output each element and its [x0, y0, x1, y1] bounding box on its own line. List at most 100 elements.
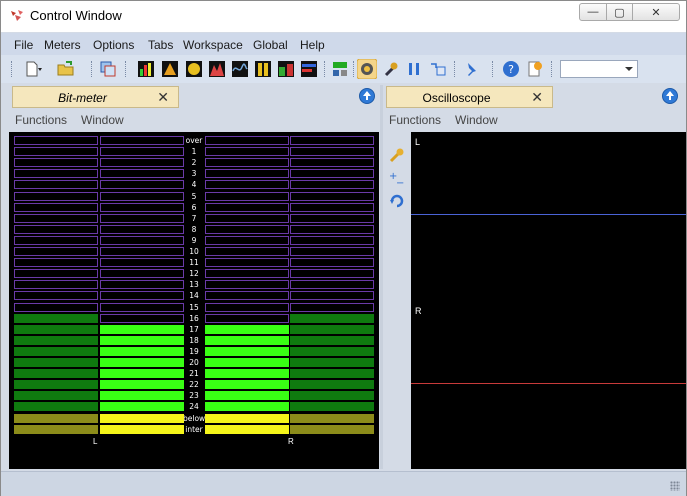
- close-tab-icon[interactable]: ✕: [157, 89, 169, 106]
- new-document-icon[interactable]: [22, 59, 42, 79]
- bit-cell: [290, 214, 374, 223]
- bit-row-label: 18: [189, 336, 199, 345]
- meter-icon-2[interactable]: [160, 59, 180, 79]
- bit-cell: [100, 291, 184, 300]
- help-icon[interactable]: ?: [501, 59, 521, 79]
- oscilloscope-float-button[interactable]: [662, 88, 678, 104]
- bit-row-label: 6: [191, 203, 197, 212]
- bit-cell: [205, 158, 289, 167]
- tab-oscilloscope[interactable]: Oscilloscope ✕: [386, 86, 553, 108]
- oscilloscope-display: L R: [411, 132, 686, 469]
- bit-cell: [205, 402, 289, 411]
- menu-options[interactable]: Options: [93, 38, 134, 52]
- meter-icon-4[interactable]: [207, 59, 227, 79]
- resize-grip-icon[interactable]: [670, 481, 680, 491]
- bit-cell: [14, 158, 98, 167]
- oscilloscope-window-menu[interactable]: Window: [455, 113, 498, 127]
- close-button[interactable]: ✕: [632, 3, 680, 21]
- meter-icon-6[interactable]: [253, 59, 273, 79]
- bit-cell: [14, 347, 98, 356]
- bit-cell: [290, 369, 374, 378]
- oscilloscope-functions-menu[interactable]: Functions: [389, 113, 441, 127]
- tab-bit-meter[interactable]: Bit-meter ✕: [12, 86, 179, 108]
- bit-cell: [14, 325, 98, 334]
- bit-cell: [14, 380, 98, 389]
- bit-cell: [14, 247, 98, 256]
- right-channel-trace: [411, 383, 686, 384]
- zoom-icon[interactable]: +−: [388, 170, 406, 188]
- pause-icon[interactable]: [404, 59, 424, 79]
- toolbar-separator: [454, 61, 456, 77]
- menu-file[interactable]: File: [14, 38, 33, 52]
- bit-cell: [100, 158, 184, 167]
- bit-cell: [14, 136, 98, 145]
- pane-splitter[interactable]: [380, 85, 383, 469]
- input-icon[interactable]: [428, 59, 448, 79]
- bit-row-label: 11: [189, 258, 199, 267]
- bit-cell: [205, 314, 289, 323]
- menu-tabs[interactable]: Tabs: [148, 38, 173, 52]
- meter-icon-8[interactable]: [299, 59, 319, 79]
- bit-cell: [290, 203, 374, 212]
- bit-cell: [100, 414, 184, 423]
- bit-cell: [100, 169, 184, 178]
- bit-cell: [14, 203, 98, 212]
- bit-cell: [205, 291, 289, 300]
- minimize-button[interactable]: —: [579, 3, 607, 21]
- bit-cell: [14, 269, 98, 278]
- bit-meter-float-button[interactable]: [359, 88, 375, 104]
- bit-cell: [100, 391, 184, 400]
- toolbar: ?: [1, 55, 686, 83]
- menu-help[interactable]: Help: [300, 38, 325, 52]
- meter-icon-3[interactable]: [184, 59, 204, 79]
- bit-meter-window-menu[interactable]: Window: [81, 113, 124, 127]
- bit-cell: [14, 225, 98, 234]
- bit-cell: [100, 247, 184, 256]
- bit-cell: [290, 414, 374, 423]
- target-icon[interactable]: [357, 59, 377, 79]
- bit-cell: [14, 358, 98, 367]
- bit-cell: [205, 325, 289, 334]
- bit-row-label: 5: [191, 192, 197, 201]
- bit-cell: [100, 325, 184, 334]
- bit-meter-functions-menu[interactable]: Functions: [15, 113, 67, 127]
- layout-icon[interactable]: [330, 59, 350, 79]
- info-icon[interactable]: [525, 59, 545, 79]
- maximize-button[interactable]: ▢: [606, 3, 633, 21]
- bit-cell: [290, 425, 374, 434]
- bit-row-label: 15: [189, 303, 199, 312]
- wrench-icon[interactable]: [381, 59, 401, 79]
- open-folder-icon[interactable]: [56, 59, 76, 79]
- bit-cell: [290, 180, 374, 189]
- close-tab-icon[interactable]: ✕: [531, 89, 543, 106]
- chevron-down-icon: [625, 67, 633, 71]
- bit-row-label: 3: [191, 169, 197, 178]
- workspace-combo[interactable]: [560, 60, 638, 78]
- toolbar-separator: [551, 61, 553, 77]
- bit-cell: [100, 369, 184, 378]
- copy-windows-icon[interactable]: [98, 59, 118, 79]
- bit-cell: [290, 269, 374, 278]
- minimize-icon: —: [587, 6, 599, 18]
- meter-icon-1[interactable]: [136, 59, 156, 79]
- bit-cell: [14, 236, 98, 245]
- rotate-icon[interactable]: [388, 192, 406, 210]
- bit-cell: [205, 258, 289, 267]
- menu-workspace[interactable]: Workspace: [183, 38, 243, 52]
- bit-cell: [100, 180, 184, 189]
- menu-meters[interactable]: Meters: [44, 38, 81, 52]
- pin-icon[interactable]: [462, 59, 482, 79]
- meter-icon-7[interactable]: [276, 59, 296, 79]
- bit-cell: [14, 169, 98, 178]
- bit-meter-tab-label: Bit-meter: [58, 91, 107, 105]
- bit-cell: [100, 147, 184, 156]
- bit-cell: [14, 280, 98, 289]
- oscilloscope-tab-label: Oscilloscope: [422, 91, 491, 105]
- meter-icon-5[interactable]: [230, 59, 250, 79]
- toolbar-separator: [353, 61, 355, 77]
- menu-global[interactable]: Global: [253, 38, 288, 52]
- bit-cell: [205, 236, 289, 245]
- bit-cell: [205, 391, 289, 400]
- wrench-icon[interactable]: [388, 146, 406, 164]
- bit-cell: [290, 225, 374, 234]
